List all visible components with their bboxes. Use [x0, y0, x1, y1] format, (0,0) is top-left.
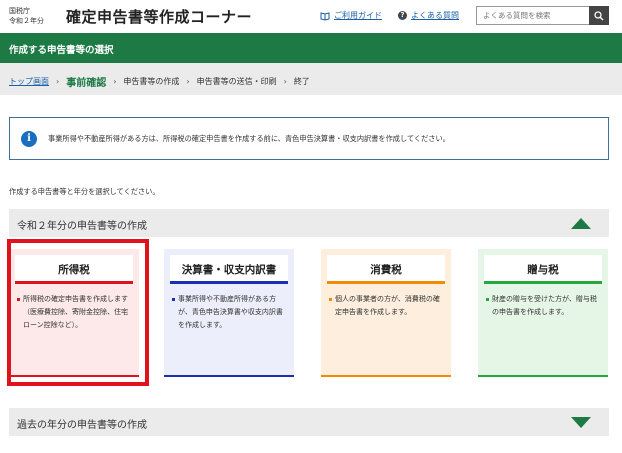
- card-bottom-line: [478, 375, 608, 377]
- card-description-text: 個人の事業者の方が、消費税の確定申告書を作成します。: [335, 295, 440, 316]
- search-icon: [594, 6, 604, 25]
- agency-label: 国税庁 令和２年分: [9, 6, 44, 26]
- card-accent-line: [170, 281, 288, 284]
- chevron-right-icon: ›: [56, 77, 60, 86]
- card-accent-line: [327, 281, 445, 284]
- breadcrumb-home-link[interactable]: トップ画面: [9, 76, 49, 87]
- agency-name: 国税庁: [9, 7, 30, 15]
- card-bottom-line: [321, 375, 451, 377]
- select-prompt: 作成する申告書等と年分を選択してください。: [9, 187, 160, 196]
- page-heading-bar: 作成する申告書等の選択: [0, 33, 622, 63]
- search-input[interactable]: [477, 7, 589, 24]
- expand-arrow-icon[interactable]: [571, 417, 591, 428]
- card-description: 個人の事業者の方が、消費税の確定申告書を作成します。: [329, 293, 445, 319]
- bullet-icon: [486, 298, 489, 301]
- card-description-text: 財産の贈与を受けた方が、贈与税の申告書を作成します。: [492, 295, 597, 316]
- guide-link[interactable]: ご利用ガイド: [320, 10, 382, 21]
- breadcrumb-current-step: 事前確認: [66, 78, 107, 89]
- card-header: 贈与税: [484, 255, 602, 284]
- faq-link-label: よくある質問: [411, 11, 459, 20]
- section-current-year-header[interactable]: 令和２年分の申告書等の作成: [9, 209, 609, 237]
- search-button[interactable]: [589, 6, 609, 25]
- chevron-right-icon: ›: [186, 77, 190, 86]
- collapse-arrow-icon[interactable]: [571, 218, 591, 229]
- card-description: 財産の贈与を受けた方が、贈与税の申告書を作成します。: [486, 293, 602, 319]
- info-notice: i 事業所得や不動産所得がある方は、所得税の確定申告書を作成する前に、青色申告決…: [9, 117, 609, 160]
- card-header: 決算書・収支内訳書: [170, 255, 288, 284]
- card-header: 消費税: [327, 255, 445, 284]
- card-description: 事業所得や不動産所得がある方が、青色申告決算書や収支内訳書を作成します。: [172, 293, 288, 332]
- guide-link-label: ご利用ガイド: [334, 11, 382, 20]
- card-consumption-tax[interactable]: 消費税 個人の事業者の方が、消費税の確定申告書を作成します。: [321, 249, 451, 377]
- tax-year-label: 令和２年分: [9, 17, 44, 25]
- card-gift-tax[interactable]: 贈与税 財産の贈与を受けた方が、贈与税の申告書を作成します。: [478, 249, 608, 377]
- section-past-years-title: 過去の年分の申告書等の作成: [17, 420, 147, 431]
- site-header: 国税庁 令和２年分 確定申告書等作成コーナー ご利用ガイド ? よくある質問: [0, 0, 622, 33]
- card-financial-statements[interactable]: 決算書・収支内訳書 事業所得や不動産所得がある方が、青色申告決算書や収支内訳書を…: [164, 249, 294, 377]
- question-icon: ?: [398, 11, 407, 20]
- breadcrumb: トップ画面 › 事前確認 › 申告書等の作成 › 申告書等の送信・印刷 › 終了: [0, 63, 622, 95]
- chevron-right-icon: ›: [283, 77, 287, 86]
- page-title: 作成する申告書等の選択: [9, 45, 114, 56]
- bullet-icon: [172, 298, 175, 301]
- selection-highlight: [7, 239, 149, 386]
- faq-search: [476, 6, 609, 25]
- card-title: 消費税: [370, 264, 402, 276]
- breadcrumb-step-finish: 終了: [293, 77, 310, 86]
- bullet-icon: [329, 298, 332, 301]
- book-icon: [320, 11, 330, 21]
- site-title[interactable]: 確定申告書等作成コーナー: [66, 6, 252, 27]
- breadcrumb-step-create: 申告書等の作成: [123, 77, 180, 86]
- card-accent-line: [484, 281, 602, 284]
- chevron-right-icon: ›: [113, 77, 117, 86]
- section-past-years-header[interactable]: 過去の年分の申告書等の作成: [9, 408, 609, 436]
- info-text: 事業所得や不動産所得がある方は、所得税の確定申告書を作成する前に、青色申告決算書…: [48, 134, 450, 143]
- info-icon: i: [21, 131, 37, 147]
- card-title: 贈与税: [527, 264, 559, 276]
- card-bottom-line: [164, 375, 294, 377]
- breadcrumb-step-send-print: 申告書等の送信・印刷: [196, 77, 277, 86]
- card-description-text: 事業所得や不動産所得がある方が、青色申告決算書や収支内訳書を作成します。: [178, 295, 283, 329]
- section-current-year-title: 令和２年分の申告書等の作成: [17, 221, 147, 232]
- faq-link[interactable]: ? よくある質問: [398, 10, 459, 21]
- card-title: 決算書・収支内訳書: [181, 264, 277, 276]
